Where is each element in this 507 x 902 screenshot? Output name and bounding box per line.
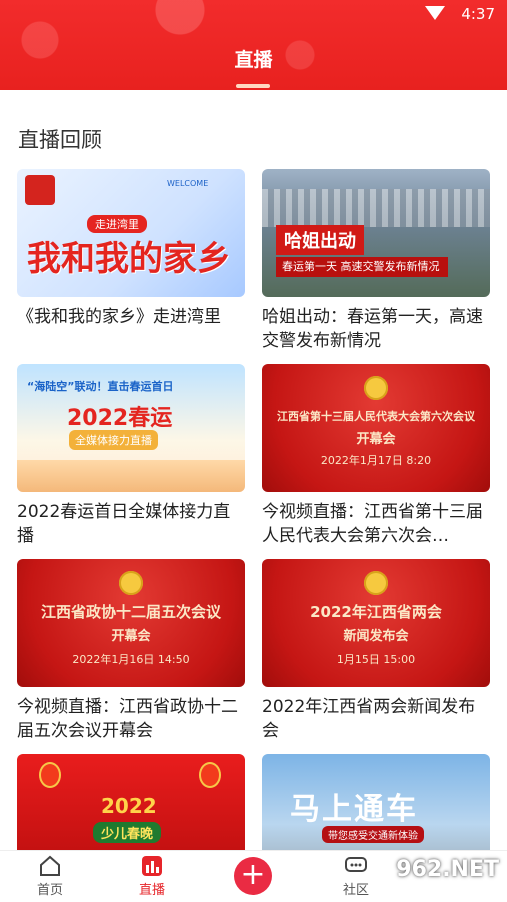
- live-card[interactable]: “海陆空”联动！直击春运首日 2022春运 全媒体接力直播 2022春运首日全媒…: [17, 364, 245, 548]
- thumb-sub-text: 开幕会: [111, 629, 151, 644]
- card-thumbnail: 江西省第十三届人民代表大会第六次会议 开幕会 2022年1月17日 8:20: [262, 364, 490, 492]
- live-card[interactable]: 江西省第十三届人民代表大会第六次会议 开幕会 2022年1月17日 8:20 今…: [262, 364, 490, 548]
- emblem-icon: [364, 376, 388, 400]
- watermark: 962.NET: [396, 857, 499, 882]
- add-button[interactable]: +: [234, 857, 272, 895]
- thumb-date-text: 2022年1月17日 8:20: [320, 454, 432, 467]
- nav-live-label: 直播: [138, 883, 165, 898]
- nav-home[interactable]: 首页: [20, 855, 80, 898]
- tab-indicator: [236, 84, 270, 88]
- thumb-main-text: 我和我的家乡: [27, 239, 231, 279]
- thumb-sub-text: 春运第一天 高速交警发布新情况: [276, 257, 448, 277]
- thumb-main-text: 哈姐出动: [276, 225, 364, 255]
- thumb-main-text: 2022: [101, 794, 157, 818]
- thumb-sub-text: “海陆空”联动！直击春运首日: [27, 380, 174, 393]
- lantern-icon: [199, 762, 221, 788]
- card-caption: 《我和我的家乡》走进湾里: [17, 307, 221, 327]
- thumb-main-text: 马上通车: [290, 792, 418, 827]
- card-caption: 哈姐出动：春运第一天，高速交警发布新情况: [262, 307, 483, 351]
- home-icon: [38, 855, 62, 877]
- card-thumbnail: “海陆空”联动！直击春运首日 2022春运 全媒体接力直播: [17, 364, 245, 492]
- nav-community[interactable]: 社区: [326, 855, 386, 898]
- thumb-sub-text: 少儿春晚: [93, 822, 162, 843]
- thumb-main-text: 2022春运: [67, 406, 173, 431]
- live-card[interactable]: 哈姐出动 春运第一天 高速交警发布新情况 哈姐出动：春运第一天，高速交警发布新情…: [262, 169, 490, 353]
- card-thumbnail: 哈姐出动 春运第一天 高速交警发布新情况: [262, 169, 490, 297]
- thumb-main-text: 2022年江西省两会: [310, 603, 442, 621]
- emblem-icon: [119, 571, 143, 595]
- card-thumbnail: 江西省政协十二届五次会议 开幕会 2022年1月16日 14:50: [17, 559, 245, 687]
- chat-icon: [344, 855, 368, 877]
- nav-home-label: 首页: [36, 883, 63, 898]
- thumb-sub-text: 带您感受交通新体验: [322, 826, 424, 843]
- card-caption: 今视频直播：江西省政协十二届五次会议开幕会: [17, 697, 238, 741]
- live-card[interactable]: 2022年江西省两会 新闻发布会 1月15日 15:00 2022年江西省两会新…: [262, 559, 490, 743]
- card-caption: 2022年江西省两会新闻发布会: [262, 697, 476, 741]
- emblem-icon: [364, 571, 388, 595]
- thumb-date-text: 2022年1月16日 14:50: [72, 653, 190, 666]
- live-card[interactable]: WELCOME 走进湾里 我和我的家乡 《我和我的家乡》走进湾里: [17, 169, 245, 353]
- section-title: 直播回顾: [18, 128, 102, 152]
- card-caption: 2022春运首日全媒体接力直播: [17, 502, 231, 546]
- lantern-icon: [39, 762, 61, 788]
- thumb-sub-text: 开幕会: [356, 432, 396, 447]
- status-time: 4:37: [461, 5, 495, 23]
- page-title: 直播: [234, 49, 273, 71]
- header-bar: 4:37 直播: [0, 0, 507, 90]
- logo-icon: [25, 175, 55, 205]
- thumb-sub2-text: 全媒体接力直播: [69, 430, 158, 450]
- thumb-date-text: 1月15日 15:00: [336, 653, 416, 666]
- live-card[interactable]: 江西省政协十二届五次会议 开幕会 2022年1月16日 14:50 今视频直播：…: [17, 559, 245, 743]
- live-chart-icon: [140, 855, 164, 877]
- card-caption: 今视频直播：江西省第十三届人民代表大会第六次会…: [262, 502, 483, 546]
- bottom-nav: 首页 直播 + 社区 962.NET: [0, 850, 507, 902]
- thumb-corner-text: WELCOME: [167, 179, 209, 188]
- thumb-main-text: 江西省第十三届人民代表大会第六次会议: [277, 410, 475, 423]
- card-thumbnail: 2022年江西省两会 新闻发布会 1月15日 15:00: [262, 559, 490, 687]
- nav-live[interactable]: 直播: [122, 855, 182, 898]
- card-thumbnail: WELCOME 走进湾里 我和我的家乡: [17, 169, 245, 297]
- nav-community-label: 社区: [342, 883, 369, 898]
- thumb-main-text: 江西省政协十二届五次会议: [40, 603, 221, 621]
- wifi-icon: [425, 6, 445, 20]
- thumb-sub-text: 新闻发布会: [343, 629, 409, 644]
